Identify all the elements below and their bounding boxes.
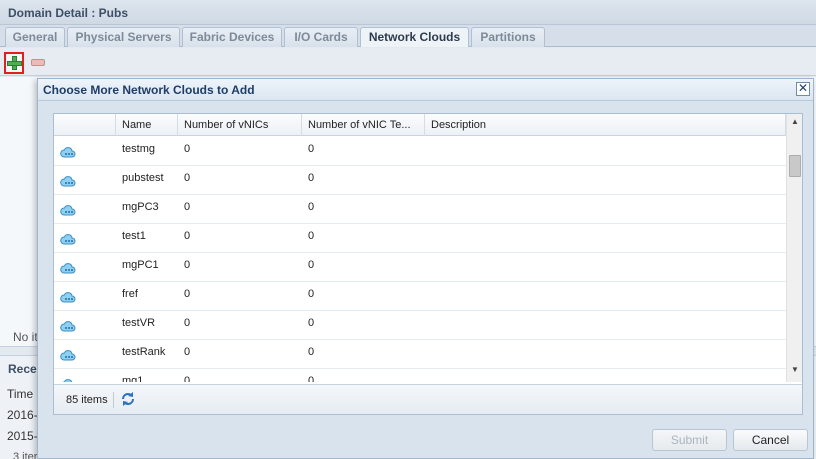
tab-network-clouds[interactable]: Network Clouds: [360, 27, 469, 47]
table-row[interactable]: mgPC3 0 0: [54, 195, 786, 224]
column-header-name[interactable]: Name: [116, 114, 178, 136]
close-icon[interactable]: ✕: [796, 82, 810, 96]
toolbar: [0, 48, 816, 76]
network-cloud-icon: [62, 379, 73, 382]
network-cloud-icon: [60, 147, 76, 158]
vnic-te-count: 0: [308, 201, 315, 213]
table-header: Name Number of vNICs Number of vNIC Te..…: [54, 114, 802, 136]
vnic-count: 0: [184, 201, 191, 213]
table-row[interactable]: test1 0 0: [54, 224, 786, 253]
network-cloud-icon: [60, 234, 76, 245]
vertical-scrollbar[interactable]: ▲ ▼: [786, 114, 802, 382]
recent-row: 2015-: [7, 429, 38, 443]
network-cloud-icon: [60, 321, 76, 332]
vnic-te-count: 0: [308, 172, 315, 184]
vnic-te-count: 0: [308, 346, 315, 358]
table-row[interactable]: testVR 0 0: [54, 311, 786, 340]
tab-fabric-devices[interactable]: Fabric Devices: [182, 27, 282, 47]
recent-row: 2016-: [7, 408, 38, 422]
tab-general[interactable]: General: [5, 27, 65, 47]
recent-activity-title: Rece: [8, 362, 37, 376]
column-header-icon: [54, 114, 116, 136]
add-network-cloud-button[interactable]: [4, 52, 24, 74]
dialog-title: Choose More Network Clouds to Add: [43, 83, 255, 97]
table-row[interactable]: mg1 0 0: [54, 369, 786, 382]
vnic-count: 0: [184, 317, 191, 329]
recent-time-header: Time: [7, 387, 34, 401]
network-cloud-icon: [60, 292, 76, 303]
column-header-vnic-te[interactable]: Number of vNIC Te...: [302, 114, 425, 136]
dialog-header: Choose More Network Clouds to Add ✕: [38, 79, 813, 101]
refresh-icon[interactable]: [120, 391, 136, 407]
network-clouds-table: Name Number of vNICs Number of vNIC Te..…: [53, 113, 803, 415]
vnic-count: 0: [184, 288, 191, 300]
cloud-name: fref: [122, 288, 138, 300]
recent-item-count: 3 iter: [13, 451, 38, 459]
vnic-te-count: 0: [308, 259, 315, 271]
vnic-te-count: 0: [308, 230, 315, 242]
choose-network-clouds-dialog: Choose More Network Clouds to Add ✕ Name…: [37, 78, 814, 459]
cloud-name: testmg: [122, 143, 156, 155]
vnic-te-count: 0: [308, 375, 315, 382]
scroll-thumb[interactable]: [789, 155, 801, 177]
table-row[interactable]: fref 0 0: [54, 282, 786, 311]
cloud-name: mgPC3: [122, 201, 159, 213]
table-footer: 85 items: [54, 384, 802, 414]
vnic-count: 0: [184, 375, 191, 382]
vnic-te-count: 0: [308, 317, 315, 329]
item-count: 85 items: [66, 394, 108, 406]
tab-physical-servers[interactable]: Physical Servers: [67, 27, 180, 47]
tab-io-cards[interactable]: I/O Cards: [284, 27, 358, 47]
scroll-up-icon[interactable]: ▲: [787, 114, 803, 130]
cloud-name: mg1: [122, 375, 144, 382]
column-header-description[interactable]: Description: [425, 114, 786, 136]
tab-bar: General Physical Servers Fabric Devices …: [0, 25, 816, 47]
cloud-name: testRank: [122, 346, 166, 358]
network-cloud-icon: [60, 176, 76, 187]
submit-button[interactable]: Submit: [652, 429, 727, 451]
panel-header: Domain Detail : Pubs: [0, 0, 816, 25]
vnic-te-count: 0: [308, 288, 315, 300]
table-row[interactable]: mgPC1 0 0: [54, 253, 786, 282]
vnic-te-count: 0: [308, 143, 315, 155]
cloud-name: pubstest: [122, 172, 164, 184]
cloud-name: mgPC1: [122, 259, 159, 271]
vnic-count: 0: [184, 346, 191, 358]
cloud-name: testVR: [122, 317, 156, 329]
table-row[interactable]: testmg 0 0: [54, 137, 786, 166]
vnic-count: 0: [184, 143, 191, 155]
table-row[interactable]: pubstest 0 0: [54, 166, 786, 195]
cancel-button[interactable]: Cancel: [733, 429, 808, 451]
vnic-count: 0: [184, 230, 191, 242]
network-cloud-icon: [60, 350, 76, 361]
remove-network-cloud-button[interactable]: [31, 59, 45, 66]
network-cloud-icon: [60, 205, 76, 216]
network-cloud-icon: [60, 263, 76, 274]
no-items-text: No it: [13, 330, 38, 344]
table-body: testmg 0 0 pubstest 0 0 mgPC3 0 0 test1 0 0 mgPC1 0 0 f…: [54, 137, 786, 382]
vnic-count: 0: [184, 172, 191, 184]
panel-title: Domain Detail : Pubs: [8, 6, 129, 20]
vnic-count: 0: [184, 259, 191, 271]
tab-partitions[interactable]: Partitions: [471, 27, 545, 47]
cloud-name: test1: [122, 230, 146, 242]
scroll-down-icon[interactable]: ▼: [787, 362, 803, 378]
column-header-vnics[interactable]: Number of vNICs: [178, 114, 302, 136]
table-row[interactable]: testRank 0 0: [54, 340, 786, 369]
